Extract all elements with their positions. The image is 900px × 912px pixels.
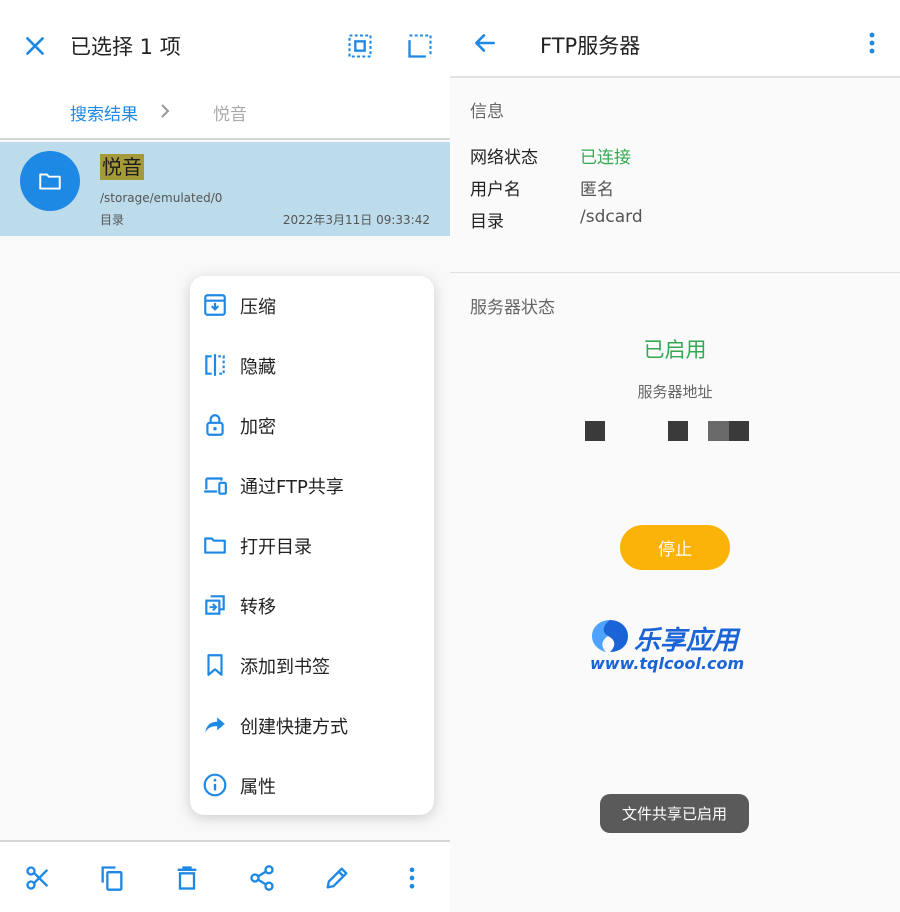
cut-icon[interactable]	[24, 864, 52, 892]
transfer-icon	[205, 595, 225, 615]
shortcut-icon	[205, 717, 225, 733]
ftp-toolbar: FTP服务器	[450, 0, 900, 78]
close-icon[interactable]	[22, 33, 48, 59]
file-path: /storage/emulated/0	[100, 191, 223, 205]
selection-count-title: 已选择 1 项	[70, 35, 181, 59]
more-vertical-icon[interactable]	[398, 864, 426, 892]
menu-label: 打开目录	[240, 537, 312, 558]
menu-item-properties[interactable]: 属性	[190, 756, 434, 816]
info-value: 匿名	[580, 180, 614, 200]
more-vertical-icon[interactable]	[862, 30, 882, 56]
devices-icon	[204, 477, 227, 495]
server-status-value: 已启用	[643, 338, 707, 362]
file-manager-panel: 已选择 1 项 搜索结果 悦音 悦音 /storage/emulated/0 目…	[0, 0, 450, 912]
server-address-label: 服务器地址	[637, 383, 713, 401]
lock-icon	[206, 414, 224, 436]
info-icon	[203, 773, 227, 797]
server-status-heading: 服务器状态	[470, 298, 555, 318]
watermark: 乐享应用 www.tqlcool.com	[590, 616, 760, 676]
menu-label: 添加到书签	[240, 657, 330, 678]
info-key: 目录	[470, 212, 504, 232]
select-all-icon[interactable]	[346, 32, 374, 60]
page-title: FTP服务器	[540, 34, 641, 58]
archive-icon	[204, 294, 226, 316]
info-key: 网络状态	[470, 148, 538, 168]
redaction-block	[668, 421, 688, 441]
menu-item-create-shortcut[interactable]: 创建快捷方式	[190, 696, 434, 756]
menu-label: 转移	[240, 597, 276, 618]
file-name: 悦音	[100, 154, 144, 180]
copy-icon[interactable]	[98, 864, 126, 892]
folder-icon	[204, 537, 226, 554]
file-row-selected[interactable]: 悦音 /storage/emulated/0 目录 2022年3月11日 09:…	[0, 142, 450, 236]
menu-item-open-directory[interactable]: 打开目录	[190, 516, 434, 576]
menu-item-add-bookmark[interactable]: 添加到书签	[190, 636, 434, 696]
menu-label: 属性	[240, 777, 276, 798]
breadcrumb-search-results[interactable]: 搜索结果	[70, 100, 138, 125]
menu-item-transfer[interactable]: 转移	[190, 576, 434, 636]
menu-item-hide[interactable]: 隐藏	[190, 336, 434, 396]
select-range-icon[interactable]	[406, 32, 434, 60]
folder-icon	[39, 173, 61, 190]
selection-toolbar: 已选择 1 项	[0, 0, 450, 88]
breadcrumb-current[interactable]: 悦音	[213, 100, 247, 125]
menu-label: 创建快捷方式	[240, 717, 348, 738]
menu-item-encrypt[interactable]: 加密	[190, 396, 434, 456]
menu-label: 隐藏	[240, 357, 276, 378]
menu-item-ftp-share[interactable]: 通过FTP共享	[190, 456, 434, 516]
menu-label: 压缩	[240, 297, 276, 318]
info-value: 已连接	[580, 148, 631, 168]
info-value: /sdcard	[580, 207, 643, 227]
breadcrumb: 搜索结果 悦音	[0, 88, 450, 140]
back-arrow-icon[interactable]	[472, 30, 498, 56]
toast-message: 文件共享已启用	[600, 794, 749, 833]
menu-label: 通过FTP共享	[240, 477, 344, 498]
menu-label: 加密	[240, 417, 276, 438]
section-divider	[450, 272, 900, 273]
redaction-block	[585, 421, 605, 441]
menu-item-compress[interactable]: 压缩	[190, 276, 434, 336]
edit-icon[interactable]	[323, 864, 351, 892]
folder-avatar	[20, 151, 80, 211]
info-section-heading: 信息	[470, 102, 504, 122]
watermark-url: www.tqlcool.com	[590, 654, 745, 673]
info-key: 用户名	[470, 180, 521, 200]
ftp-server-panel: FTP服务器 信息 网络状态 已连接 用户名 匿名 目录 /sdcard 服务器…	[450, 0, 900, 912]
bookmark-icon	[207, 654, 223, 676]
redaction-block	[729, 421, 749, 441]
redaction-block	[708, 421, 729, 441]
watermark-title: 乐享应用	[634, 626, 739, 656]
stop-server-button[interactable]: 停止	[620, 525, 730, 570]
delete-icon[interactable]	[173, 864, 201, 892]
chevron-right-icon	[161, 104, 170, 118]
file-type: 目录	[100, 213, 125, 227]
share-icon[interactable]	[248, 864, 276, 892]
file-date: 2022年3月11日 09:33:42	[282, 213, 430, 227]
hide-icon	[205, 354, 225, 376]
bottom-action-bar	[0, 840, 450, 912]
watermark-logo-icon	[592, 620, 628, 652]
context-menu: 压缩 隐藏 加密 通过FTP共享 打开目录 转移 添加到书签 创建快捷方式 属性	[190, 276, 434, 815]
